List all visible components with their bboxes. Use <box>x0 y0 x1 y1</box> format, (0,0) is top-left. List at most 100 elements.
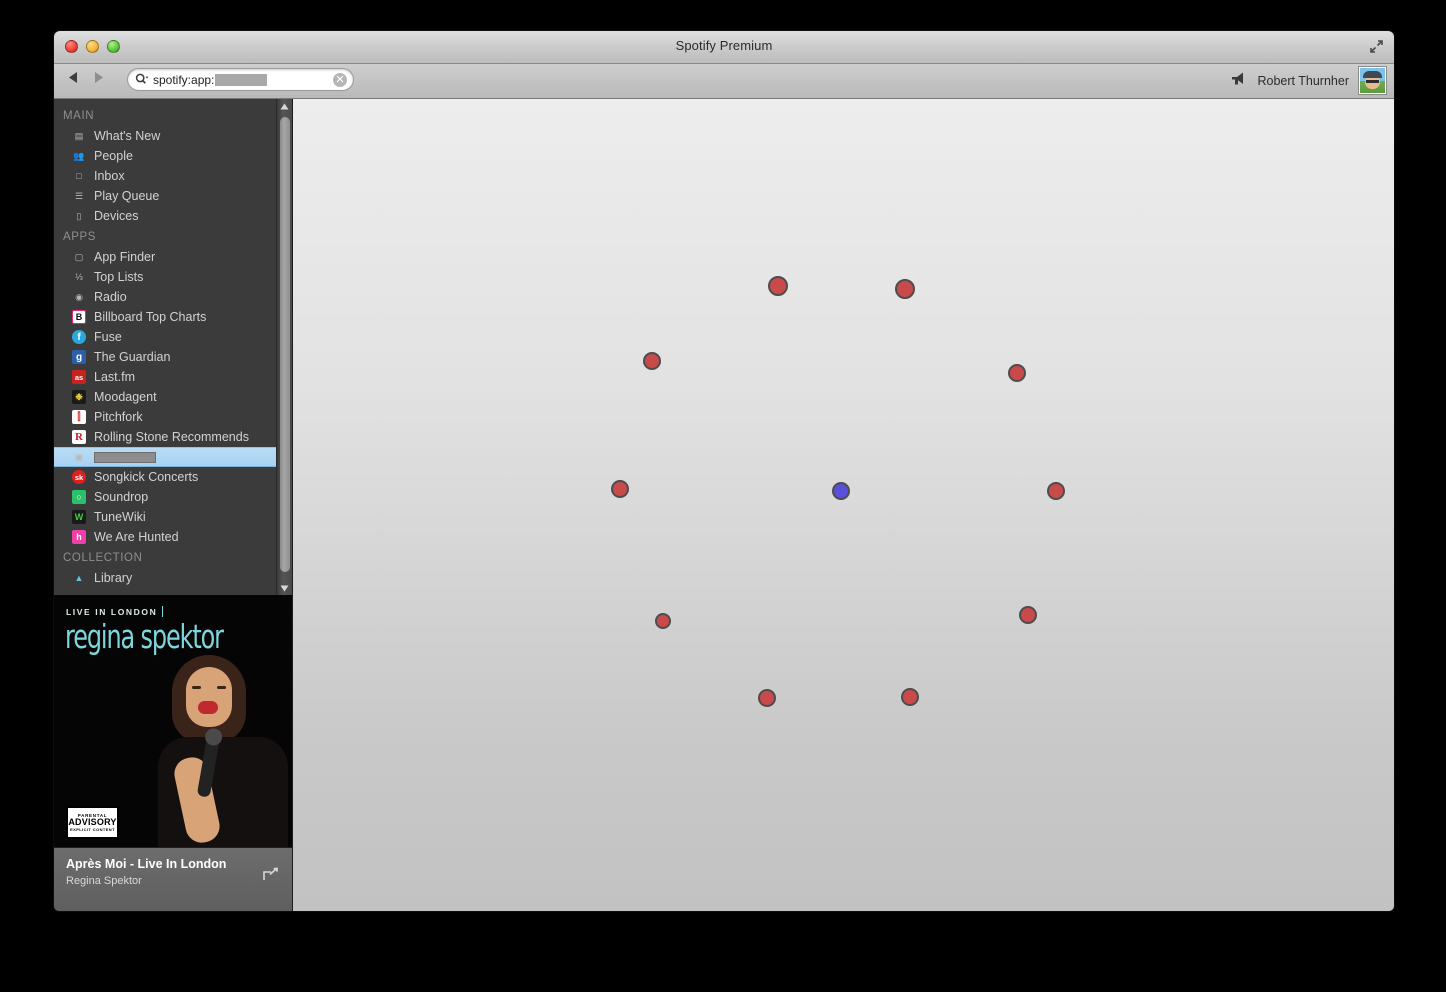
sidebar-scrollbar-thumb[interactable] <box>280 117 290 572</box>
avatar[interactable] <box>1359 67 1386 94</box>
user-name-label: Robert Thurnher <box>1257 73 1350 88</box>
sidebar-item-rolling-stone-recommends[interactable]: R Rolling Stone Recommends <box>54 427 292 447</box>
sidebar-item-people[interactable]: 👥 People <box>54 146 292 166</box>
scroll-up-arrow-icon[interactable] <box>277 99 292 113</box>
sidebar-scroll-area: MAIN ▤ What's New 👥 People □ Inbox ☰ Play Queue ▯… <box>54 99 292 595</box>
sidebar-scrollbar[interactable] <box>276 99 292 595</box>
pitchfork-icon: ⫿ <box>72 410 86 424</box>
search-input[interactable]: spotify:app: ✕ <box>127 68 354 91</box>
sidebar-item-selected-app[interactable]: ▣ <box>54 447 292 467</box>
sidebar-nav-list: MAIN ▤ What's New 👥 People □ Inbox ☰ Play Queue ▯… <box>54 99 292 588</box>
app-icon: ▣ <box>74 451 84 462</box>
now-playing-panel: LIVE IN LONDON regina spektor PARENTAL A… <box>54 595 292 911</box>
sidebar-item-label: Radio <box>94 290 127 304</box>
radio-icon: ◉ <box>75 291 83 302</box>
sidebar-item-soundrop[interactable]: ○ Soundrop <box>54 487 292 507</box>
advisory-line3: EXPLICIT CONTENT <box>70 827 115 832</box>
sidebar-item-label: Pitchfork <box>94 410 143 424</box>
canvas-node[interactable] <box>1019 606 1037 624</box>
search-icon <box>135 73 149 86</box>
app-finder-icon: ▢ <box>74 251 84 262</box>
fullscreen-icon[interactable] <box>1364 35 1388 57</box>
canvas-node[interactable] <box>1008 364 1026 382</box>
sidebar: MAIN ▤ What's New 👥 People □ Inbox ☰ Play Queue ▯… <box>54 99 293 911</box>
top-lists-icon: ⅓ <box>75 272 83 282</box>
sidebar-item-moodagent[interactable]: ❉ Moodagent <box>54 387 292 407</box>
back-arrow-icon[interactable] <box>68 71 79 89</box>
canvas-node[interactable] <box>768 276 788 296</box>
play-queue-icon: ☰ <box>74 190 84 201</box>
sidebar-item-label: Inbox <box>94 169 125 183</box>
sidebar-item-billboard-top-charts[interactable]: B Billboard Top Charts <box>54 307 292 327</box>
sidebar-item-label: The Guardian <box>94 350 171 364</box>
sidebar-item-last-fm[interactable]: as Last.fm <box>54 367 292 387</box>
browser-toolbar: spotify:app: ✕ Robert Thurnher <box>54 64 1394 99</box>
track-artist: Regina Spektor <box>66 875 142 887</box>
share-icon[interactable] <box>262 866 280 882</box>
canvas-node[interactable] <box>901 688 919 706</box>
moodagent-icon: ❉ <box>72 390 86 404</box>
sidebar-section-header: COLLECTION <box>63 552 143 564</box>
sidebar-item-label: Moodagent <box>94 390 157 404</box>
people-icon: 👥 <box>73 150 85 161</box>
sidebar-item-label: Songkick Concerts <box>94 470 199 484</box>
canvas-node[interactable] <box>611 480 629 498</box>
sidebar-item-library[interactable]: ▲ Library <box>54 568 292 588</box>
sidebar-item-label: TuneWiki <box>94 510 146 524</box>
track-title: Après Moi - Live In London <box>66 857 227 871</box>
forward-arrow-icon[interactable] <box>93 71 104 89</box>
canvas-node[interactable] <box>832 482 850 500</box>
sidebar-item-play-queue[interactable]: ☰ Play Queue <box>54 186 292 206</box>
soundrop-icon: ○ <box>72 490 86 504</box>
album-art-artist-text: regina spektor <box>65 619 224 657</box>
sidebar-item-label: App Finder <box>94 250 156 264</box>
megaphone-icon[interactable] <box>1230 71 1248 91</box>
app-canvas[interactable] <box>293 99 1394 911</box>
sidebar-section-header: APPS <box>63 231 97 243</box>
billboard-icon: B <box>72 310 86 324</box>
sidebar-item-label: Soundrop <box>94 490 149 504</box>
parental-advisory-badge: PARENTAL ADVISORY EXPLICIT CONTENT <box>66 806 119 839</box>
album-art-photo <box>150 653 292 847</box>
window-body: MAIN ▤ What's New 👥 People □ Inbox ☰ Play Queue ▯… <box>54 99 1394 911</box>
sidebar-item-tunewiki[interactable]: W TuneWiki <box>54 507 292 527</box>
advisory-line2: ADVISORY <box>68 817 117 827</box>
sidebar-item-label: We Are Hunted <box>94 530 179 544</box>
sidebar-item-label: Billboard Top Charts <box>94 310 207 324</box>
sidebar-item-devices[interactable]: ▯ Devices <box>54 206 292 226</box>
search-value-prefix: spotify:app: <box>153 72 215 87</box>
sidebar-item-label-redacted <box>94 451 156 463</box>
window-titlebar: Spotify Premium <box>54 31 1394 64</box>
sidebar-item-label: Library <box>94 571 133 585</box>
track-info-bar: Après Moi - Live In London Regina Spekto… <box>54 847 292 911</box>
sidebar-item-pitchfork[interactable]: ⫿ Pitchfork <box>54 407 292 427</box>
sidebar-item-label: People <box>94 149 133 163</box>
sidebar-item-we-are-hunted[interactable]: h We Are Hunted <box>54 527 292 547</box>
tunewiki-icon: W <box>72 510 86 524</box>
canvas-node[interactable] <box>895 279 915 299</box>
sidebar-item-app-finder[interactable]: ▢ App Finder <box>54 247 292 267</box>
canvas-node[interactable] <box>758 689 776 707</box>
guardian-icon: g <box>72 350 86 364</box>
sidebar-item-the-guardian[interactable]: g The Guardian <box>54 347 292 367</box>
clear-icon[interactable]: ✕ <box>333 73 347 87</box>
we-are-hunted-icon: h <box>72 530 86 544</box>
sidebar-item-inbox[interactable]: □ Inbox <box>54 166 292 186</box>
canvas-node[interactable] <box>643 352 661 370</box>
rolling-stone-icon: R <box>72 430 86 444</box>
sidebar-item-what-s-new[interactable]: ▤ What's New <box>54 126 292 146</box>
canvas-node[interactable] <box>1047 482 1065 500</box>
window-title: Spotify Premium <box>675 38 773 53</box>
sidebar-section-header: MAIN <box>63 110 95 122</box>
canvas-node[interactable] <box>655 613 671 629</box>
sidebar-item-top-lists[interactable]: ⅓ Top Lists <box>54 267 292 287</box>
sidebar-item-label: Rolling Stone Recommends <box>94 430 249 444</box>
fuse-icon: f <box>72 330 86 344</box>
sidebar-item-songkick-concerts[interactable]: sk Songkick Concerts <box>54 467 292 487</box>
sidebar-item-fuse[interactable]: f Fuse <box>54 327 292 347</box>
sidebar-item-radio[interactable]: ◉ Radio <box>54 287 292 307</box>
navigation-arrows <box>68 71 104 89</box>
search-value-redacted <box>215 73 268 86</box>
scroll-down-arrow-icon[interactable] <box>277 581 292 595</box>
album-artwork[interactable]: LIVE IN LONDON regina spektor PARENTAL A… <box>54 595 292 847</box>
